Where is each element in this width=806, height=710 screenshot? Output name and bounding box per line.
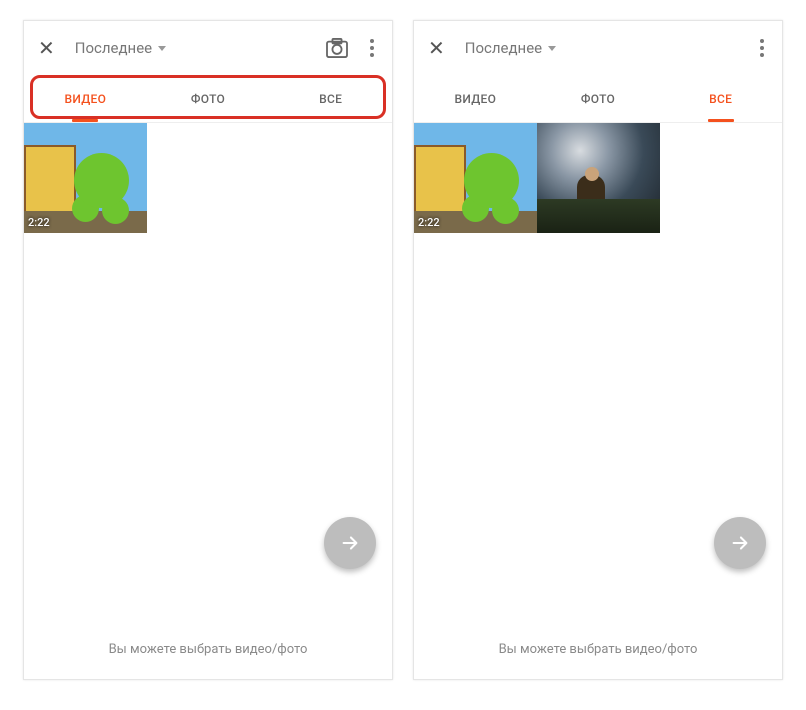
video-duration: 2:22 xyxy=(28,216,50,229)
next-fab[interactable] xyxy=(714,517,766,569)
more-icon[interactable] xyxy=(756,35,768,61)
media-grid: 2:22 xyxy=(414,123,782,233)
chevron-down-icon xyxy=(158,46,166,51)
tab-photo-label: ФОТО xyxy=(191,92,225,106)
header-actions xyxy=(756,35,768,61)
tab-all[interactable]: ВСЕ xyxy=(659,75,782,122)
tab-video-label: ВИДЕО xyxy=(454,92,496,106)
tabs-container: ВИДЕО ФОТО ВСЕ xyxy=(24,75,392,123)
media-thumb-video[interactable]: 2:22 xyxy=(24,123,147,233)
tab-all-label: ВСЕ xyxy=(709,92,732,106)
tab-video-label: ВИДЕО xyxy=(64,92,106,106)
tab-all-label: ВСЕ xyxy=(319,92,342,106)
arrow-right-icon xyxy=(729,532,751,554)
album-dropdown[interactable]: Последнее xyxy=(465,39,736,57)
more-icon[interactable] xyxy=(366,35,378,61)
tab-all[interactable]: ВСЕ xyxy=(269,75,392,122)
tab-video[interactable]: ВИДЕО xyxy=(414,75,537,122)
camera-icon[interactable] xyxy=(326,38,348,58)
tabs-container: ВИДЕО ФОТО ВСЕ xyxy=(414,75,782,123)
footer-hint: Вы можете выбрать видео/фото xyxy=(414,626,782,679)
media-thumb-video[interactable]: 2:22 xyxy=(414,123,537,233)
close-icon[interactable]: ✕ xyxy=(38,38,55,58)
tab-photo-label: ФОТО xyxy=(581,92,615,106)
tabs: ВИДЕО ФОТО ВСЕ xyxy=(414,75,782,123)
media-grid: 2:22 xyxy=(24,123,392,233)
next-fab[interactable] xyxy=(324,517,376,569)
footer-hint: Вы можете выбрать видео/фото xyxy=(24,626,392,679)
album-title: Последнее xyxy=(465,39,542,57)
arrow-right-icon xyxy=(339,532,361,554)
header: ✕ Последнее xyxy=(24,21,392,75)
header-actions xyxy=(326,35,378,61)
screen-right: ✕ Последнее ВИДЕО ФОТО ВСЕ 2:22 Вы мо xyxy=(413,20,783,680)
tab-video[interactable]: ВИДЕО xyxy=(24,75,147,122)
header: ✕ Последнее xyxy=(414,21,782,75)
tabs: ВИДЕО ФОТО ВСЕ xyxy=(24,75,392,123)
close-icon[interactable]: ✕ xyxy=(428,38,445,58)
album-title: Последнее xyxy=(75,39,152,57)
tab-photo[interactable]: ФОТО xyxy=(537,75,660,122)
album-dropdown[interactable]: Последнее xyxy=(75,39,306,57)
screen-left: ✕ Последнее ВИДЕО ФОТО ВСЕ xyxy=(23,20,393,680)
tab-photo[interactable]: ФОТО xyxy=(147,75,270,122)
video-duration: 2:22 xyxy=(418,216,440,229)
media-thumb-photo[interactable] xyxy=(537,123,660,233)
chevron-down-icon xyxy=(548,46,556,51)
